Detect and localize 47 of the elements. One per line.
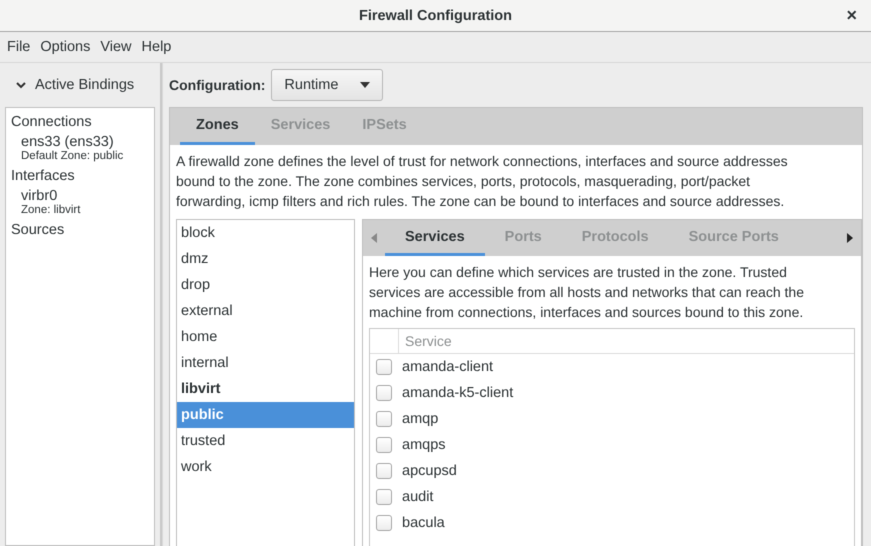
binding-name[interactable]: virbr0	[11, 188, 149, 204]
zone-item[interactable]: drop	[177, 272, 354, 298]
service-name: amanda-client	[402, 359, 494, 375]
zone-item[interactable]: home	[177, 324, 354, 350]
binding-detail: Zone: libvirt	[20, 204, 82, 216]
service-name: bacula	[402, 515, 445, 531]
checkbox[interactable]	[376, 411, 392, 427]
zone-item[interactable]: block	[177, 220, 354, 246]
menu-item[interactable]: File	[2, 39, 36, 55]
configuration-dropdown[interactable]: Runtime	[271, 69, 384, 101]
service-name: amanda-k5-client	[402, 385, 514, 401]
services-description: Here you can define which services are trusted in the zone. Trusted services are accessible from all hosts and networks that can reach the machine from connections, interfaces and sources bound to this zone.	[368, 263, 805, 322]
group-title: Sources	[11, 222, 66, 238]
tab[interactable]: Services	[385, 220, 485, 256]
menu-item[interactable]: Options	[35, 39, 96, 55]
zone-item[interactable]: work	[177, 454, 354, 480]
checkbox[interactable]	[376, 515, 392, 531]
checkbox[interactable]	[376, 437, 392, 453]
zone-item[interactable]: internal	[177, 350, 354, 376]
checkbox[interactable]	[376, 463, 392, 479]
zone-item[interactable]: external	[177, 298, 354, 324]
menu-item[interactable]: Help	[136, 39, 176, 55]
dropdown-arrow-icon	[360, 82, 370, 88]
service-name: amqps	[402, 437, 446, 453]
binding-detail: Default Zone: public	[20, 150, 124, 162]
tab[interactable]: Zones	[180, 108, 255, 145]
group-title: Connections	[11, 114, 93, 130]
checkbox[interactable]	[376, 489, 392, 505]
zones-description: A firewalld zone defines the level of trust for network connections, interfaces and source addresses bound to the zone. The zone combines services, ports, protocols, masquerading, port/packet forwarding, icmp filters and rich rules. The zone can be bound to interfaces and source addresses.	[175, 152, 789, 211]
configuration-label: Configuration:	[169, 77, 266, 93]
binding-name[interactable]: ens33 (ens33)	[11, 134, 149, 150]
checkbox[interactable]	[376, 385, 392, 401]
service-name: audit	[402, 489, 434, 505]
group-title: Interfaces	[11, 168, 76, 184]
close-button[interactable]: ×	[846, 5, 857, 26]
menu-item[interactable]: View	[95, 39, 137, 55]
chevron-icon	[16, 81, 26, 89]
zone-item[interactable]: libvirt	[177, 376, 354, 402]
scroll-right-icon[interactable]	[847, 233, 853, 243]
window-title: Firewall Configuration	[358, 8, 512, 24]
scroll-left-icon[interactable]	[371, 233, 377, 243]
checkbox[interactable]	[376, 359, 392, 375]
bindings-toggle[interactable]: Active Bindings	[0, 63, 160, 107]
zone-item[interactable]: trusted	[177, 428, 354, 454]
service-name: apcupsd	[402, 463, 457, 479]
zone-item[interactable]: dmz	[177, 246, 354, 272]
service-name: amqp	[402, 411, 438, 427]
